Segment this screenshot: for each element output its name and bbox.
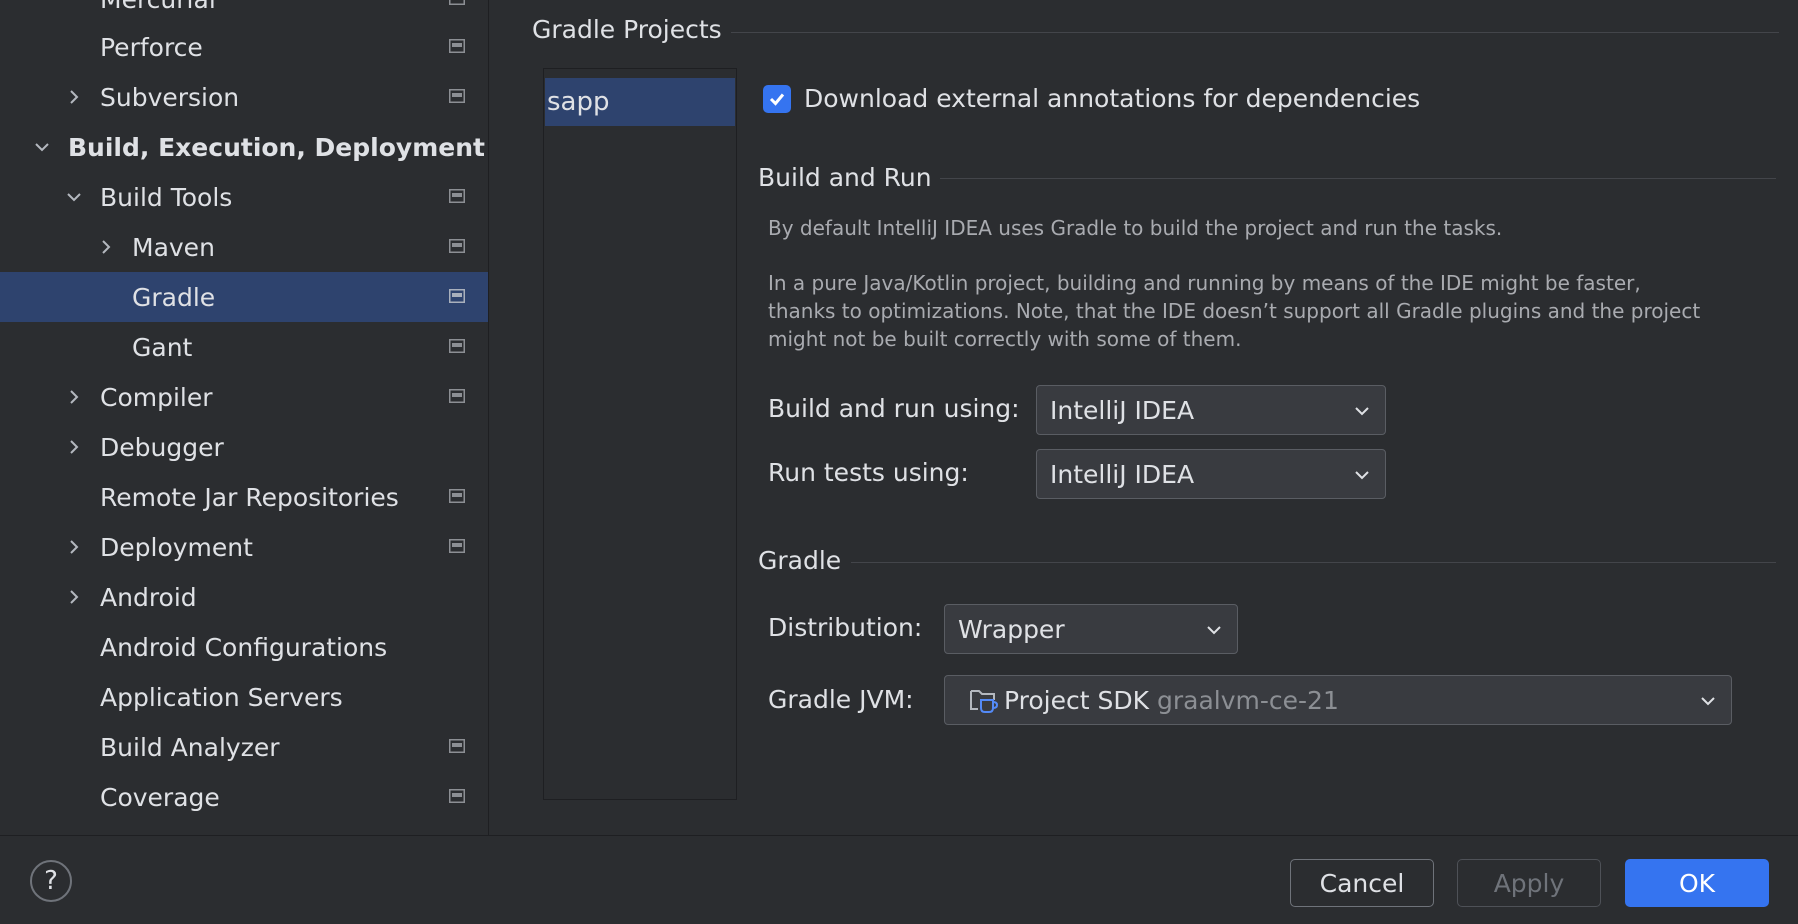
tree-item-label: Gradle: [132, 282, 216, 312]
build-run-using-label: Build and run using:: [768, 394, 1020, 423]
distribution-select[interactable]: Wrapper: [944, 604, 1238, 654]
tree-item-compiler[interactable]: Compiler: [0, 372, 488, 422]
tree-item-label: Application Servers: [100, 682, 343, 712]
download-annotations-label: Download external annotations for depend…: [804, 84, 1421, 113]
tree-item-mercurial[interactable]: Mercurial: [0, 0, 488, 24]
project-level-icon: [449, 389, 465, 403]
project-level-icon: [449, 239, 465, 253]
chevron-right-icon[interactable]: [63, 536, 85, 558]
tree-item-label: Build Tools: [100, 182, 233, 212]
gradle-projects-title: Gradle Projects: [532, 15, 722, 44]
project-item-sapp[interactable]: sapp: [545, 78, 735, 126]
tree-item-gant[interactable]: Gant: [0, 322, 488, 372]
tree-item-coverage[interactable]: Coverage: [0, 772, 488, 822]
gradle-jvm-value: Project SDK: [1004, 685, 1149, 715]
gradle-jvm-label: Gradle JVM:: [768, 685, 914, 714]
settings-tree: Mercurial Perforce Subversion Build, Exe…: [0, 0, 489, 835]
question-mark-icon: ?: [44, 866, 58, 896]
chevron-down-icon: [1701, 697, 1715, 706]
chevron-right-icon[interactable]: [95, 236, 117, 258]
chevron-right-icon[interactable]: [63, 86, 85, 108]
tree-item-debugger[interactable]: Debugger: [0, 422, 488, 472]
chevron-down-icon: [1355, 471, 1369, 480]
download-annotations-checkbox-row[interactable]: Download external annotations for depend…: [763, 84, 1420, 113]
section-divider: [940, 178, 1776, 179]
chevron-down-icon: [1355, 407, 1369, 416]
chevron-down-icon: [1207, 626, 1221, 635]
project-level-icon: [449, 289, 465, 303]
project-level-icon: [449, 39, 465, 53]
checkmark-icon: [769, 93, 785, 106]
build-run-hint: By default IntelliJ IDEA uses Gradle to …: [768, 216, 1503, 240]
project-level-icon: [449, 189, 465, 203]
apply-button[interactable]: Apply: [1457, 859, 1601, 907]
tree-item-build-execution-deployment[interactable]: Build, Execution, Deployment: [0, 122, 488, 172]
help-button[interactable]: ?: [30, 860, 72, 902]
gradle-section-title: Gradle: [758, 546, 842, 575]
ok-button[interactable]: OK: [1625, 859, 1769, 907]
project-level-icon: [449, 0, 465, 5]
project-level-icon: [449, 89, 465, 103]
tree-item-label: Remote Jar Repositories: [100, 482, 399, 512]
tree-item-android-configurations[interactable]: Android Configurations: [0, 622, 488, 672]
tree-item-perforce[interactable]: Perforce: [0, 22, 488, 72]
build-run-note-line-3: might not be built correctly with some o…: [768, 327, 1242, 351]
run-tests-using-label: Run tests using:: [768, 458, 969, 487]
tree-item-label: Deployment: [100, 532, 253, 562]
tree-item-build-analyzer[interactable]: Build Analyzer: [0, 722, 488, 772]
tree-item-label: Mercurial: [100, 0, 216, 14]
build-run-using-select[interactable]: IntelliJ IDEA: [1036, 385, 1386, 435]
tree-item-label: Android: [100, 582, 197, 612]
tree-item-label: Coverage: [100, 782, 220, 812]
tree-item-label: Gant: [132, 332, 193, 362]
project-level-icon: [449, 739, 465, 753]
distribution-label: Distribution:: [768, 613, 923, 642]
tree-item-application-servers[interactable]: Application Servers: [0, 672, 488, 722]
tree-item-label: Debugger: [100, 432, 224, 462]
project-level-icon: [449, 789, 465, 803]
project-level-icon: [449, 539, 465, 553]
run-tests-using-value: IntelliJ IDEA: [1050, 459, 1195, 489]
gradle-jvm-sdk-name: graalvm-ce-21: [1157, 685, 1339, 715]
chevron-down-icon[interactable]: [63, 186, 85, 208]
chevron-right-icon[interactable]: [63, 436, 85, 458]
build-run-note-line-2: thanks to optimizations. Note, that the …: [768, 299, 1701, 323]
build-run-using-value: IntelliJ IDEA: [1050, 395, 1195, 425]
section-divider: [731, 32, 1779, 33]
build-and-run-title: Build and Run: [758, 163, 932, 192]
tree-item-label: Build Analyzer: [100, 732, 280, 762]
tree-item-label: Build, Execution, Deployment: [68, 132, 485, 162]
distribution-value: Wrapper: [958, 614, 1065, 644]
dialog-footer: ? Cancel Apply OK: [0, 835, 1798, 924]
tree-item-remote-jar-repositories[interactable]: Remote Jar Repositories: [0, 472, 488, 522]
cancel-button[interactable]: Cancel: [1290, 859, 1434, 907]
folder-sdk-icon: [970, 690, 999, 713]
run-tests-using-select[interactable]: IntelliJ IDEA: [1036, 449, 1386, 499]
tree-item-label: Subversion: [100, 82, 240, 112]
tree-item-label: Compiler: [100, 382, 213, 412]
section-divider: [851, 562, 1776, 563]
project-level-icon: [449, 489, 465, 503]
settings-dialog: Mercurial Perforce Subversion Build, Exe…: [0, 0, 1798, 924]
chevron-down-icon[interactable]: [31, 136, 53, 158]
tree-item-label: Maven: [132, 232, 215, 262]
chevron-right-icon[interactable]: [63, 386, 85, 408]
gradle-jvm-select[interactable]: Project SDK graalvm-ce-21: [944, 675, 1732, 725]
tree-item-label: Android Configurations: [100, 632, 388, 662]
tree-item-android[interactable]: Android: [0, 572, 488, 622]
tree-item-build-tools[interactable]: Build Tools: [0, 172, 488, 222]
build-run-note-line-1: In a pure Java/Kotlin project, building …: [768, 271, 1641, 295]
tree-item-maven[interactable]: Maven: [0, 222, 488, 272]
gradle-settings-panel: Gradle Projects sapp Download external a…: [489, 0, 1798, 835]
tree-item-gradle[interactable]: Gradle: [0, 272, 488, 322]
project-level-icon: [449, 339, 465, 353]
tree-item-label: Perforce: [100, 32, 203, 62]
tree-item-subversion[interactable]: Subversion: [0, 72, 488, 122]
tree-item-deployment[interactable]: Deployment: [0, 522, 488, 572]
gradle-projects-list[interactable]: sapp: [543, 68, 737, 800]
chevron-right-icon[interactable]: [63, 586, 85, 608]
download-annotations-checkbox[interactable]: [763, 84, 791, 113]
